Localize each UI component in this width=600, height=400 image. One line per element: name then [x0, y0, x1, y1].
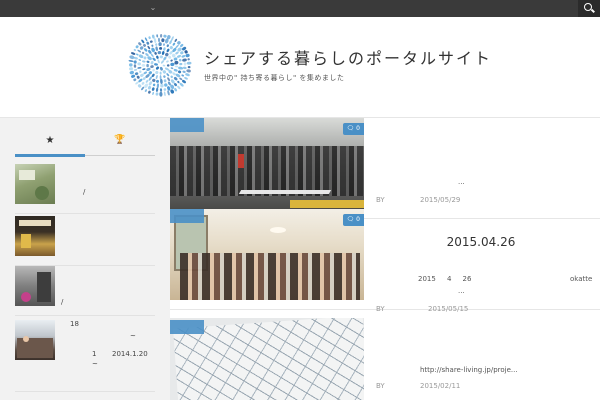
main-content: 🗨︎ 0 ... BY 2015/05/29 🗨︎ 0 2015.04.26 2… — [170, 118, 600, 400]
post-excerpt-more: ... — [458, 287, 465, 295]
sidebar-post-thumbnail[interactable] — [15, 164, 55, 204]
sidebar-post-category: / — [83, 188, 86, 196]
post-thumbnail[interactable]: 🗨︎ 0 — [170, 209, 364, 300]
sidebar-tabs: ★ 🏆 — [15, 132, 155, 157]
sidebar-post-line: ~ — [92, 360, 98, 368]
category-tag[interactable] — [170, 209, 204, 223]
sidebar-post-thumbnail[interactable] — [15, 266, 55, 306]
post-excerpt: http://share-living.jp/proje... — [420, 366, 518, 374]
sidebar-post-category: / — [61, 298, 64, 306]
sidebar: ★ 🏆 / / 18 ~ 1 2014.1.20 ~ — [0, 118, 170, 400]
post-body: ... BY 2015/05/29 — [376, 118, 600, 218]
sidebar-post[interactable] — [15, 216, 155, 266]
sidebar-post-line: ~ — [130, 332, 136, 340]
post-card: http://share-living.jp/proje... BY 2015/… — [170, 318, 600, 400]
trophy-icon: 🏆 — [114, 135, 126, 145]
star-icon: ★ — [45, 135, 55, 146]
comment-count-badge[interactable]: 🗨︎ 0 — [342, 214, 364, 226]
comment-icon: 🗨︎ — [346, 125, 357, 132]
post-author[interactable]: BY — [376, 305, 385, 313]
sidebar-post-date: 1 2014.1.20 — [92, 350, 148, 358]
category-tag[interactable] — [170, 320, 204, 334]
search-button[interactable] — [578, 0, 600, 17]
site-header: シェアする暮らしのポータルサイト 世界中の" 持ち寄る暮らし" を集めました — [0, 17, 600, 118]
post-meta: BY 2015/02/11 — [376, 382, 460, 390]
tab-popular[interactable]: ★ — [15, 132, 85, 154]
post-meta: BY 2015/05/15 — [376, 305, 468, 313]
site-title[interactable]: シェアする暮らしのポータルサイト — [204, 45, 492, 69]
post-thumbnail[interactable]: 🗨︎ 0 — [170, 118, 364, 209]
post-excerpt-tail: okatte — [570, 275, 593, 283]
sidebar-post-title[interactable]: 18 — [70, 320, 79, 328]
post-card: 🗨︎ 0 ... BY 2015/05/29 — [170, 118, 600, 219]
sidebar-post[interactable]: / — [15, 164, 155, 214]
tab-divider — [85, 155, 155, 156]
category-tag[interactable] — [170, 118, 204, 132]
menu-dropdown-toggle[interactable]: ⌄ — [146, 1, 160, 15]
sidebar-post[interactable]: / — [15, 266, 155, 316]
site-tagline: 世界中の" 持ち寄る暮らし" を集めました — [204, 74, 345, 82]
post-date: 2015/05/29 — [420, 196, 461, 204]
post-body: 2015.04.26 2015 4 26 okatte ... BY 2015/… — [376, 209, 600, 313]
comment-icon: 🗨︎ — [346, 216, 357, 223]
post-meta: BY 2015/05/29 — [376, 196, 460, 204]
sidebar-post[interactable]: 18 ~ 1 2014.1.20 ~ — [15, 320, 155, 392]
post-body: http://share-living.jp/proje... BY 2015/… — [376, 318, 600, 400]
post-title[interactable]: 2015.04.26 — [376, 235, 586, 249]
post-date: 2015/05/15 — [428, 305, 469, 313]
top-bar: ⌄ — [0, 0, 600, 17]
post-author[interactable]: BY — [376, 196, 385, 204]
post-thumbnail[interactable] — [170, 318, 364, 400]
post-author[interactable]: BY — [376, 382, 385, 390]
post-excerpt: 2015 4 26 — [418, 275, 472, 283]
site-logo[interactable] — [128, 33, 192, 97]
post-card: 🗨︎ 0 2015.04.26 2015 4 26 okatte ... BY … — [170, 209, 600, 313]
sidebar-post-thumbnail[interactable] — [15, 320, 55, 360]
post-date: 2015/02/11 — [420, 382, 461, 390]
tab-ranking[interactable]: 🏆 — [85, 132, 155, 154]
post-excerpt: ... — [458, 178, 465, 186]
active-tab-indicator — [15, 154, 85, 157]
sidebar-post-thumbnail[interactable] — [15, 216, 55, 256]
comment-count-badge[interactable]: 🗨︎ 0 — [342, 123, 364, 135]
